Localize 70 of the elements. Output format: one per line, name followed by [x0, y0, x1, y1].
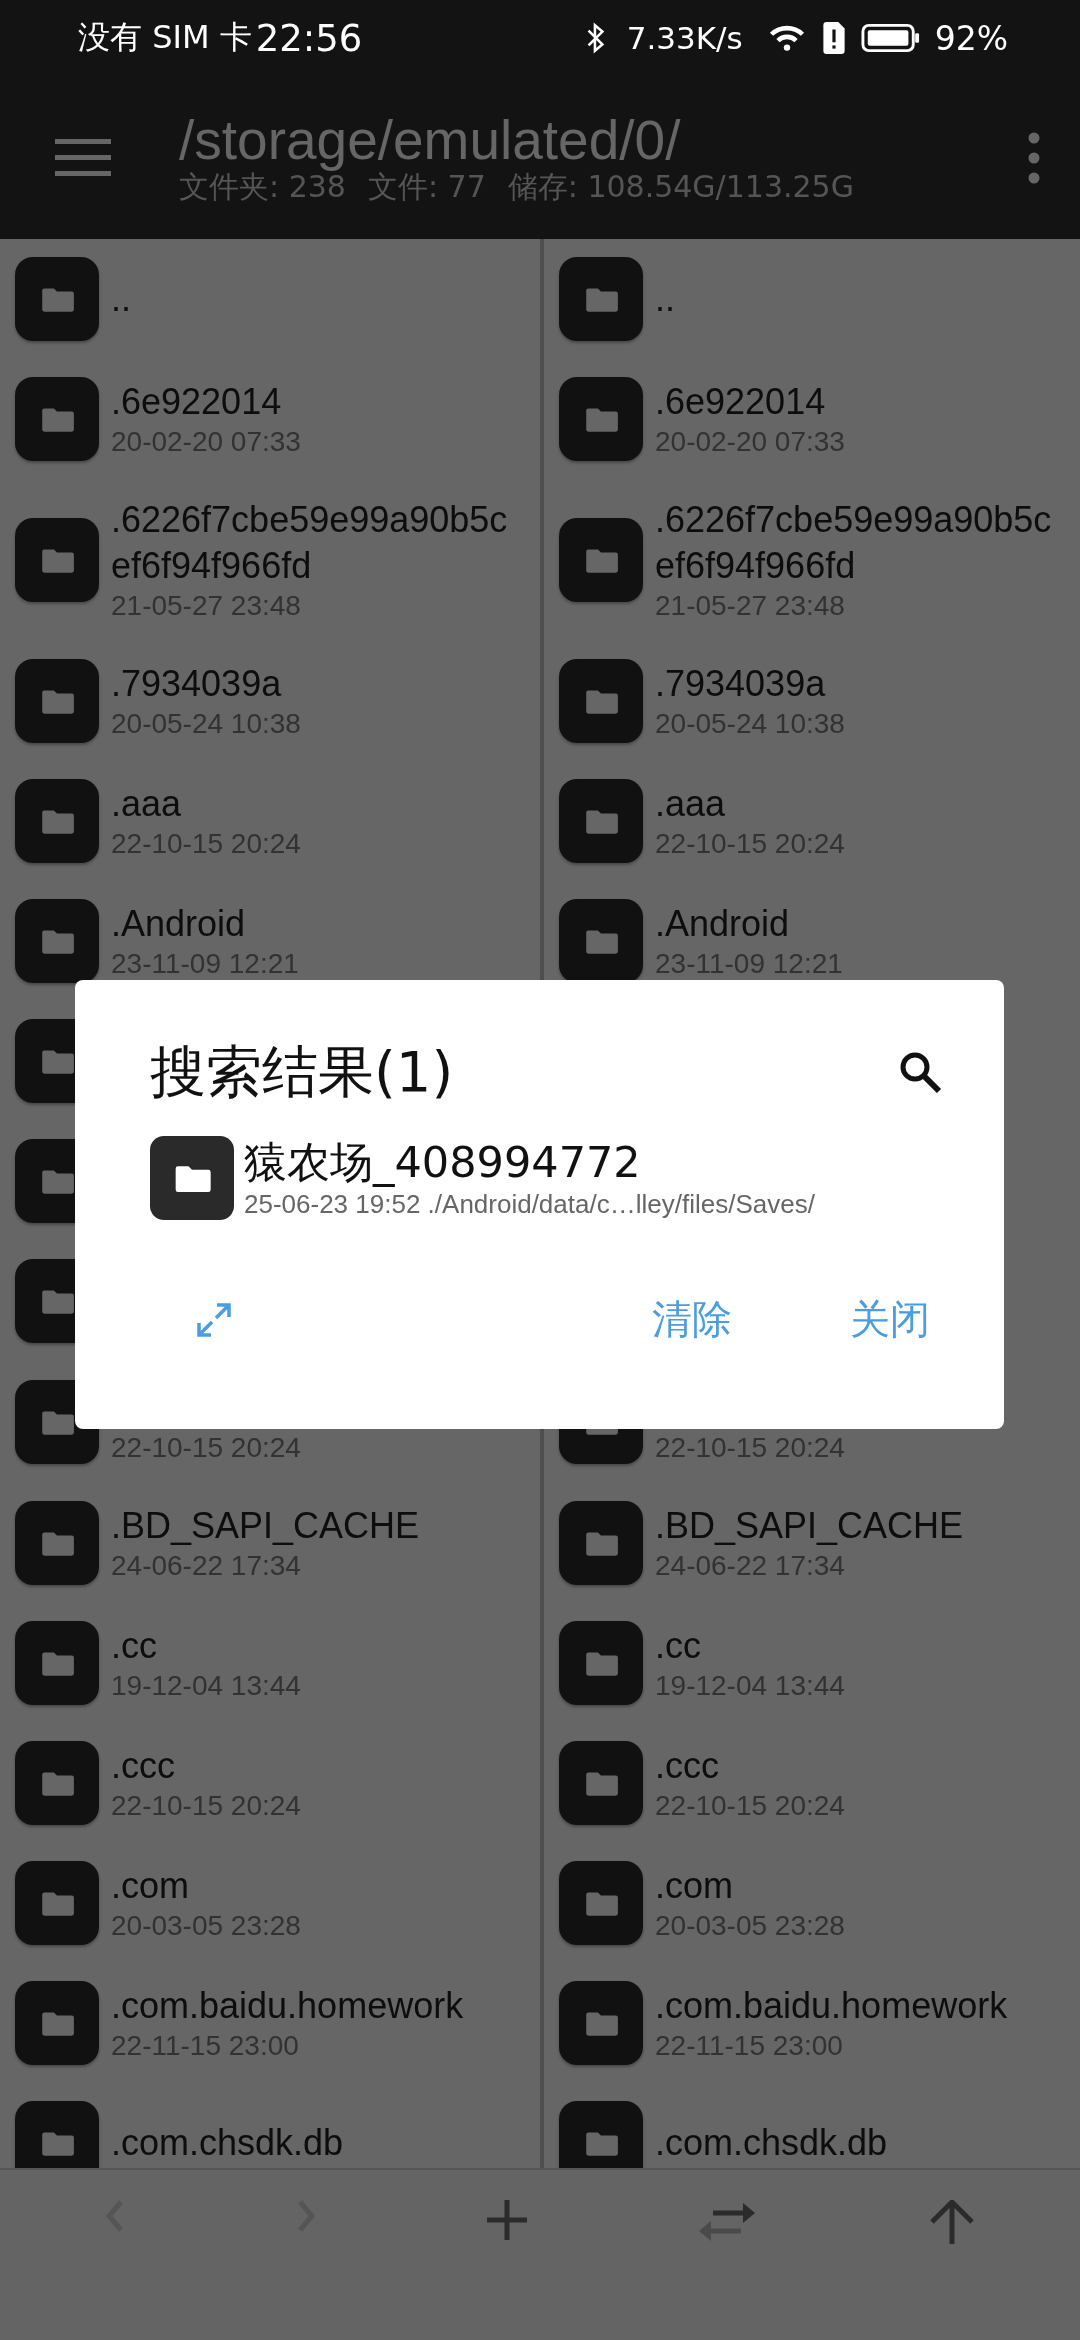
file-name: .cc: [655, 1624, 702, 1668]
folder-icon: [559, 659, 643, 743]
folder-icon: [559, 1861, 643, 1945]
file-name: .com.baidu.homework: [111, 1984, 465, 2028]
folder-icon: [559, 1741, 643, 1825]
file-name: .com.chsdk.db: [111, 2121, 345, 2165]
folder-icon: [559, 779, 643, 863]
folder-icon: [15, 377, 99, 461]
dialog-title: 搜索结果(1): [150, 1038, 454, 1106]
folder-icon: [15, 659, 99, 743]
folder-icon: [15, 257, 99, 341]
folder-icon: [15, 1981, 99, 2065]
file-name: .aaa: [111, 782, 183, 826]
menu-icon: [55, 136, 111, 179]
file-name: .6226f7cbe59e99a90b5cef6f94f966fd: [655, 498, 1053, 588]
carrier-text: 没有 SIM 卡: [78, 17, 252, 58]
file-name: .Android: [655, 902, 791, 946]
file-name: .ccc: [111, 1744, 176, 1788]
folder-icon: [559, 899, 643, 983]
file-name: .aaa: [655, 782, 727, 826]
folder-icon: [15, 1501, 99, 1585]
file-name: ..: [111, 277, 132, 321]
folder-icon: [559, 1621, 643, 1705]
file-name: .7934039a: [655, 662, 827, 706]
file-name: .7934039a: [111, 662, 283, 706]
file-name: .com: [111, 1864, 190, 1908]
more-icon: [1028, 131, 1040, 184]
network-speed: 7.33K/s: [626, 20, 743, 56]
folder-icon: [559, 1501, 643, 1585]
directory-stat: 文件: 77: [367, 168, 486, 205]
folder-icon: [559, 1981, 643, 2065]
file-name: .BD_SAPI_CACHE: [655, 1504, 965, 1548]
directory-path: /storage/emulated/0/: [179, 110, 682, 169]
file-name: .6e922014: [655, 380, 827, 424]
folder-icon: [150, 1136, 234, 1220]
directory-stat: 储存: 108.54G/113.25G: [507, 168, 854, 205]
menu-button[interactable]: [55, 136, 111, 179]
file-name: .com: [655, 1864, 734, 1908]
folder-icon: [15, 1621, 99, 1705]
file-name: .6226f7cbe59e99a90b5cef6f94f966fd: [111, 498, 509, 588]
sim-alert-icon: [820, 21, 847, 55]
folder-icon: [15, 899, 99, 983]
folder-icon: [559, 377, 643, 461]
file-name: .BD_SAPI_CACHE: [111, 1504, 421, 1548]
folder-icon: [15, 518, 99, 602]
folder-icon: [15, 1741, 99, 1825]
clock-time: 22:56: [255, 16, 363, 60]
folder-icon: [559, 257, 643, 341]
dialog-action-button[interactable]: 清除: [638, 1284, 746, 1355]
file-name: .com.baidu.homework: [655, 1984, 1009, 2028]
search-result-item[interactable]: 猿农场_408994772 25-06-23 19:52 ./Android/data/c…lley/files/Saves/: [150, 1136, 954, 1220]
file-name: .cc: [111, 1624, 158, 1668]
folder-icon: [559, 518, 643, 602]
file-name: .6e922014: [111, 380, 283, 424]
more-button[interactable]: [1028, 131, 1040, 184]
battery-icon: [860, 22, 921, 54]
folder-icon: [15, 1861, 99, 1945]
result-name: 猿农场_408994772: [244, 1136, 642, 1188]
file-name: .ccc: [655, 1744, 720, 1788]
search-icon: [898, 1050, 942, 1094]
file-name: ..: [655, 277, 676, 321]
dialog-action-button[interactable]: 关闭: [836, 1284, 944, 1355]
expand-icon: [196, 1301, 232, 1338]
file-name: .com.chsdk.db: [655, 2121, 889, 2165]
plus-icon: [486, 2200, 527, 2240]
up-arrow-icon: [929, 2200, 974, 2246]
result-path: 25-06-23 19:52 ./Android/data/c…lley/files/Saves/: [244, 1188, 815, 1220]
battery-percent: 92%: [934, 18, 1008, 58]
folder-icon: [15, 779, 99, 863]
file-name: .Android: [111, 902, 247, 946]
